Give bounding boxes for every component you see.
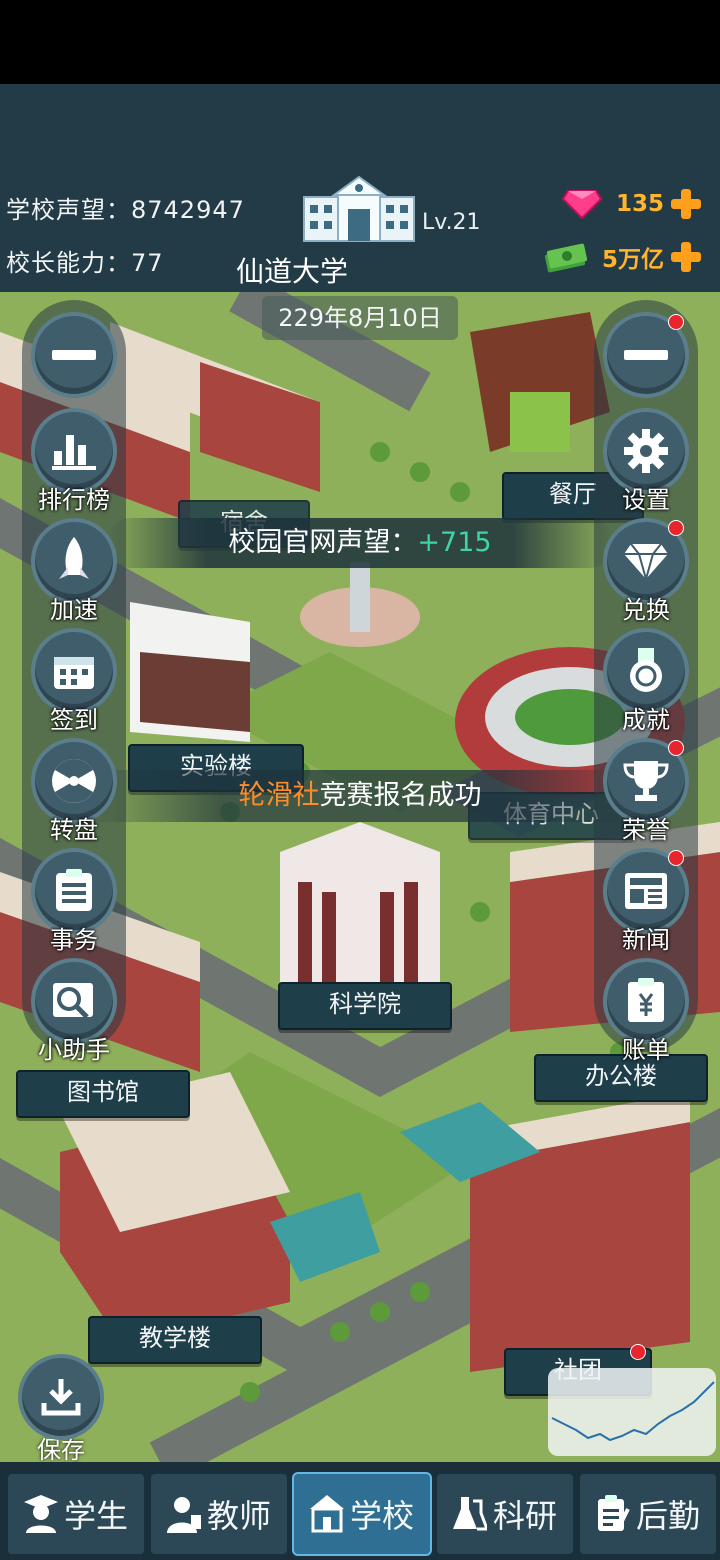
honor-button[interactable]: 荣誉 [594, 738, 698, 845]
ranking-button[interactable]: 排行榜 [22, 408, 126, 515]
notification-dot [668, 850, 684, 866]
event-notice: 轮滑社竞赛报名成功 [80, 770, 640, 822]
assistant-button[interactable]: 小助手 [22, 958, 126, 1065]
tab-teachers[interactable]: 教师 [149, 1472, 289, 1556]
calendar-icon [54, 657, 94, 689]
notification-dot [668, 314, 684, 330]
affairs-button[interactable]: 事务 [22, 848, 126, 955]
tab-research[interactable]: 科研 [435, 1472, 575, 1556]
add-money-button[interactable] [670, 241, 702, 273]
flask-icon [452, 1497, 487, 1531]
bar-chart-icon [52, 435, 96, 470]
tab-students[interactable]: 学生 [6, 1472, 146, 1556]
clipboard-list-icon [56, 869, 92, 911]
gem-icon [561, 190, 602, 219]
download-icon [41, 1379, 81, 1416]
minus-icon [624, 350, 668, 360]
newspaper-icon [625, 873, 667, 909]
tab-logistics[interactable]: 后勤 [578, 1472, 718, 1556]
notification-dot [668, 520, 684, 536]
club-notification-dot [630, 1344, 646, 1360]
bill-button[interactable]: 账单 [594, 958, 698, 1065]
minus-icon [52, 350, 96, 360]
news-button[interactable]: 新闻 [594, 848, 698, 955]
speedup-button[interactable]: 加速 [22, 518, 126, 625]
add-gems-button[interactable] [670, 188, 702, 220]
teaching-building-label[interactable]: 教学楼 [88, 1316, 262, 1364]
magnifier-book-icon [53, 983, 93, 1019]
bottom-tab-bar: 学生 教师 学校 科研 后勤 [0, 1462, 720, 1560]
school-name: 仙道大学 [236, 255, 349, 288]
gem-counter: 135 [561, 188, 702, 220]
medal-icon [630, 648, 662, 692]
website-reputation-notice: 校园官网声望：+715 [106, 518, 614, 568]
gear-icon [624, 429, 668, 473]
spin-wheel-icon [52, 759, 96, 803]
status-bar [0, 0, 720, 84]
clipboard-icon [597, 1495, 630, 1531]
school-level: Lv.21 [422, 210, 481, 235]
left-collapse-button[interactable] [22, 312, 126, 398]
student-icon [23, 1495, 58, 1533]
cash-icon [544, 243, 588, 273]
rocket-icon [59, 537, 89, 579]
exchange-button[interactable]: 兑换 [594, 518, 698, 625]
trend-line [551, 1381, 715, 1442]
wheel-button[interactable]: 转盘 [22, 738, 126, 845]
tab-school[interactable]: 学校 [292, 1472, 432, 1556]
game-date: 229年8月10日 [262, 296, 458, 340]
bill-icon [628, 978, 664, 1022]
trophy-icon [623, 761, 669, 801]
achievement-button[interactable]: 成就 [594, 628, 698, 735]
school-reputation: 学校声望：8742947 [6, 196, 245, 224]
save-button[interactable]: 保存 [18, 1354, 104, 1465]
library-label[interactable]: 图书馆 [16, 1070, 190, 1118]
trend-graph[interactable] [548, 1368, 716, 1456]
settings-button[interactable]: 设置 [594, 408, 698, 515]
checkin-button[interactable]: 签到 [22, 628, 126, 735]
money-counter: 5万亿 [542, 240, 702, 274]
science-academy-label[interactable]: 科学院 [278, 982, 452, 1030]
teacher-icon [166, 1497, 201, 1533]
school-icon [309, 1495, 344, 1533]
diamond-icon [624, 543, 668, 580]
school-building-icon[interactable] [300, 175, 418, 245]
notification-dot [668, 740, 684, 756]
principal-ability: 校长能力：77 [6, 249, 164, 277]
